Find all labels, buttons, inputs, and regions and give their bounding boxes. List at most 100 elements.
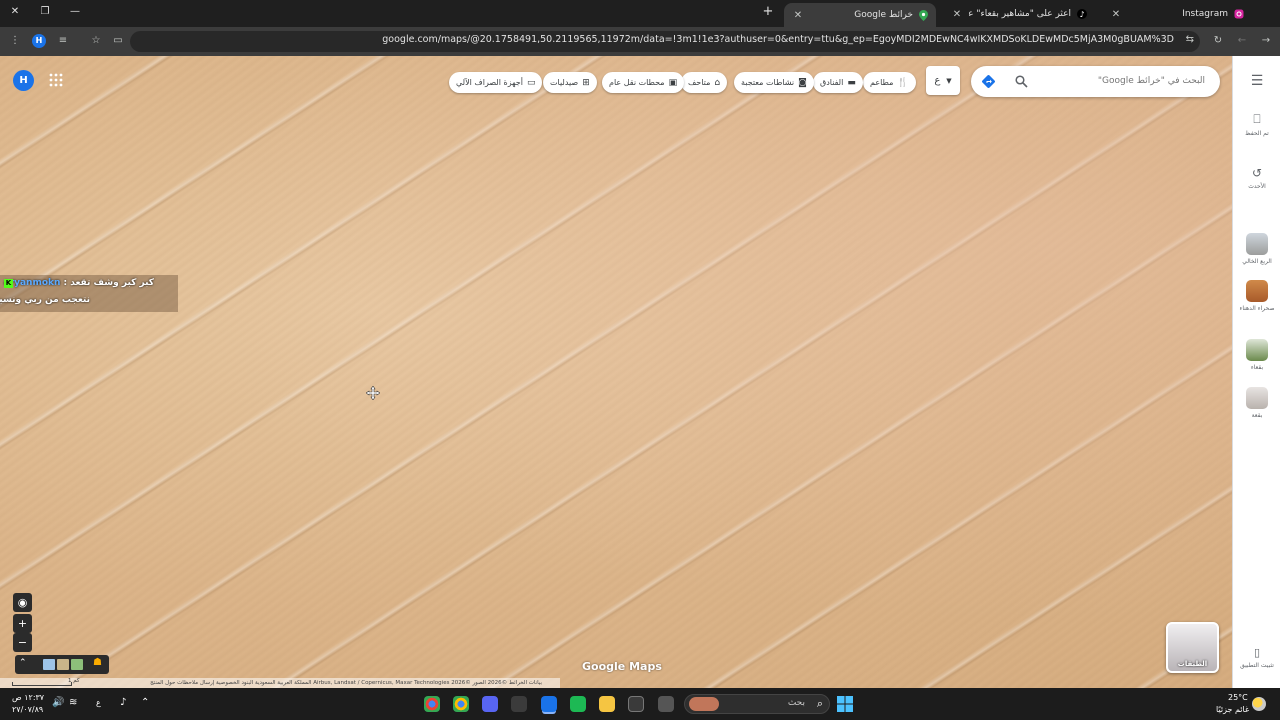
utensils-icon: 🍴 xyxy=(897,77,909,88)
apps-grid-icon[interactable] xyxy=(49,73,63,87)
satellite-map[interactable] xyxy=(0,56,1232,688)
chat-message-2: نتعجب من ربي ونسبح xyxy=(0,295,90,305)
scale-bar xyxy=(12,682,72,686)
phone-icon: ▯ xyxy=(1253,646,1261,659)
zoom-out-button[interactable]: − xyxy=(13,633,32,652)
rail-label: تثبيت التطبيق xyxy=(1240,662,1274,669)
language-selector[interactable]: ع ▼ xyxy=(926,66,960,95)
my-location-button[interactable]: ◉ xyxy=(13,593,32,612)
chip-atms[interactable]: ▭ أجهزة الصراف الآلي xyxy=(449,72,543,93)
windows-taskbar: ١٢:٣٧ ص ٢٧/٠٧/٨٩ 🔊 ≋ ع ♪ ⌃ بحث ⌕ 25°C غا… xyxy=(0,688,1280,720)
hamburger-icon: ☰ xyxy=(1250,73,1264,89)
address-bar[interactable]: google.com/maps/@20.1758491,50.2119565,1… xyxy=(130,31,1200,52)
chrome-profile-icon[interactable] xyxy=(453,696,469,712)
clock-time: ١٢:٣٧ ص xyxy=(12,693,45,702)
close-tab-icon[interactable]: ✕ xyxy=(792,10,804,21)
tray-expand-icon[interactable]: ⌃ xyxy=(141,697,149,708)
rail-label: الربع الخالي xyxy=(1242,258,1272,265)
maps-pin-icon xyxy=(919,9,928,21)
tab-title: Instagram xyxy=(1182,9,1228,19)
kick-app-icon[interactable] xyxy=(570,696,586,712)
minimize-window-icon[interactable]: — xyxy=(68,5,82,19)
chip-activities[interactable]: ◙ نشاطات معتجبة xyxy=(734,72,814,93)
rail-place-2[interactable]: صحراء الدهناء xyxy=(1233,280,1280,313)
tab-title: خرائط Google xyxy=(854,10,913,20)
pegman-icon[interactable]: ☗ xyxy=(93,657,102,668)
menu-dots-icon[interactable]: ⋮ xyxy=(8,34,22,48)
back-icon[interactable]: → xyxy=(1259,34,1273,48)
account-avatar[interactable]: H xyxy=(13,70,34,91)
rail-place-3[interactable]: بقعاء xyxy=(1233,339,1280,372)
close-tab-icon[interactable]: ✕ xyxy=(1110,9,1122,20)
tab-google-maps[interactable]: خرائط Google ✕ xyxy=(784,3,936,27)
browser-active-icon[interactable] xyxy=(541,696,557,712)
chrome-icon[interactable] xyxy=(424,696,440,712)
layer-thumb[interactable] xyxy=(43,659,55,670)
place-thumbnail xyxy=(1246,339,1268,361)
chip-transit[interactable]: ▣ محطات نقل عام xyxy=(602,72,685,93)
rail-place-1[interactable]: الربع الخالي xyxy=(1233,233,1280,266)
zoom-in-button[interactable]: + xyxy=(13,614,32,633)
tab-instagram[interactable]: Instagram ✕ xyxy=(1102,4,1252,24)
layers-label: الطبقات xyxy=(1177,660,1208,668)
chip-label: متاحف xyxy=(688,78,711,87)
tab-title: اعثر على "مشاهير بقعاء" على Tok xyxy=(969,9,1071,19)
camera-icon: ◙ xyxy=(798,77,807,88)
close-window-icon[interactable]: ✕ xyxy=(8,5,22,19)
expand-up-icon[interactable]: ⌃ xyxy=(19,658,27,668)
profile-avatar[interactable]: H xyxy=(32,34,46,48)
new-tab-button[interactable]: + xyxy=(761,5,775,19)
reading-list-icon[interactable]: ≡ xyxy=(56,34,70,48)
forward-icon[interactable]: ← xyxy=(1235,34,1249,48)
search-icon[interactable] xyxy=(1015,75,1028,88)
map-type-strip: ⌃ ☗ xyxy=(15,655,109,674)
chip-museums[interactable]: ⌂ متاحف xyxy=(681,72,728,93)
chip-label: أجهزة الصراف الآلي xyxy=(456,78,523,87)
weather-icon[interactable] xyxy=(1252,697,1266,711)
weather-desc: غائم جزئيًا xyxy=(1216,705,1250,714)
chip-hotels[interactable]: ▬ الفنادق xyxy=(813,72,863,93)
taskbar-search[interactable]: بحث ⌕ xyxy=(684,694,830,714)
chip-restaurants[interactable]: 🍴 مطاعم xyxy=(863,72,916,93)
bed-icon: ▬ xyxy=(847,77,856,88)
chip-pharmacies[interactable]: ⊞ صيدليات xyxy=(543,72,597,93)
mic-icon[interactable]: ♪ xyxy=(120,697,126,708)
input-language[interactable]: ع xyxy=(96,698,101,707)
bookmark-icon: ⎕ xyxy=(1253,112,1261,126)
app-icon[interactable] xyxy=(511,696,527,712)
close-tab-icon[interactable]: ✕ xyxy=(951,9,963,20)
chip-label: مطاعم xyxy=(870,78,894,87)
bookmark-star-icon[interactable]: ☆ xyxy=(89,34,103,48)
store-icon[interactable] xyxy=(628,696,644,712)
file-explorer-icon[interactable] xyxy=(599,696,615,712)
search-highlight-icon xyxy=(689,697,719,711)
volume-icon[interactable]: 🔊 xyxy=(52,697,64,708)
chat-message-1: كبر كبر وشف تقعد : aryanmokn xyxy=(4,278,154,288)
cast-icon[interactable]: ▭ xyxy=(111,34,125,48)
rail-saved[interactable]: ⎕ تم الحفظ xyxy=(1233,112,1280,138)
transit-icon: ▣ xyxy=(668,77,678,88)
layers-button[interactable]: الطبقات xyxy=(1166,622,1219,673)
tab-tiktok[interactable]: ♪ اعثر على "مشاهير بقعاء" على Tok ✕ xyxy=(943,4,1095,24)
windows-start-icon[interactable] xyxy=(837,696,853,712)
layer-thumb[interactable] xyxy=(57,659,69,670)
rail-recent[interactable]: ↺ الأحدث xyxy=(1233,166,1280,191)
chip-label: صيدليات xyxy=(550,78,579,87)
kick-icon: K xyxy=(4,279,13,288)
rail-place-4[interactable]: بقعة xyxy=(1233,387,1280,420)
map-credits: بيانات الخرائط ©2026 الصور ©2026 Airbus,… xyxy=(0,678,560,688)
rail-label: بقعة xyxy=(1251,412,1263,419)
task-view-icon[interactable] xyxy=(658,696,674,712)
search-input[interactable] xyxy=(1035,73,1205,89)
reload-icon[interactable]: ↻ xyxy=(1211,34,1225,48)
tiktok-icon: ♪ xyxy=(1077,9,1087,19)
weather-temp: 25°C xyxy=(1228,693,1248,702)
menu-button[interactable]: ☰ xyxy=(1233,73,1280,89)
layer-thumb[interactable] xyxy=(71,659,83,670)
directions-icon[interactable] xyxy=(981,74,996,89)
site-settings-icon[interactable]: ⇆ xyxy=(1186,34,1194,45)
discord-icon[interactable] xyxy=(482,696,498,712)
restore-window-icon[interactable]: ❐ xyxy=(38,5,52,19)
rail-install-app[interactable]: ▯ تثبيت التطبيق xyxy=(1233,646,1280,670)
wifi-icon[interactable]: ≋ xyxy=(69,697,77,708)
